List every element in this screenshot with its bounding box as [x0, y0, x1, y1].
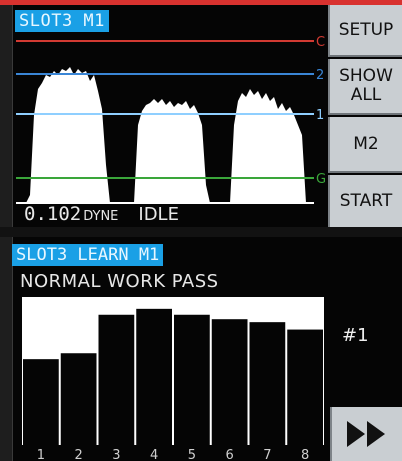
screen-bezel	[0, 5, 13, 227]
monitor-title: SLOT3 M1	[15, 10, 109, 32]
panel-separator	[0, 227, 402, 237]
start-button-label: START	[339, 190, 393, 211]
bar-6	[211, 319, 248, 445]
waveform-plot: C 2 1 G	[16, 5, 326, 227]
readout-value: 0.102	[24, 203, 82, 225]
bar-label-1: 1	[37, 448, 45, 461]
bar-label-3: 3	[112, 448, 120, 461]
limit-label-1: 1	[316, 108, 324, 123]
learn-subtitle: NORMAL WORK PASS	[20, 271, 219, 292]
bar-label-8: 8	[301, 448, 309, 461]
learn-title: SLOT3 LEARN M1	[12, 244, 164, 266]
pass-bar-chart: 1 2 3 4 5 6 7 8	[22, 297, 324, 461]
fast-forward-icon	[347, 421, 385, 447]
limit-label-2: 2	[316, 68, 324, 83]
show-all-button[interactable]: SHOW ALL	[328, 59, 402, 115]
screen-bezel-2	[0, 237, 13, 461]
m2-button[interactable]: M2	[328, 117, 402, 173]
show-all-button-label: SHOW ALL	[339, 67, 393, 105]
bar-label-2: 2	[74, 448, 82, 461]
bar-2	[60, 353, 97, 445]
show-all-line2: ALL	[350, 85, 382, 105]
bar-label-4: 4	[150, 448, 158, 461]
readout-unit: DYNE	[83, 209, 119, 224]
next-button[interactable]	[330, 407, 402, 461]
limit-label-c: C	[316, 35, 325, 50]
start-button[interactable]: START	[328, 175, 402, 227]
setup-button-label: SETUP	[338, 19, 394, 40]
bar-3	[98, 314, 135, 445]
limit-label-g: G	[316, 172, 326, 187]
bar-7	[249, 322, 286, 445]
status-text: IDLE	[138, 204, 179, 225]
bar-label-6: 6	[225, 448, 233, 461]
bar-1	[23, 359, 59, 445]
pass-number: #1	[342, 325, 369, 346]
bar-5	[174, 314, 210, 445]
learn-panel: SLOT3 LEARN M1 NORMAL WORK PASS 1 2 3 4 5 6 7 8…	[0, 237, 402, 461]
bar-label-5: 5	[188, 448, 196, 461]
show-all-line1: SHOW	[339, 66, 393, 86]
bar-label-7: 7	[263, 448, 271, 461]
force-readout: 0.102 DYNE IDLE	[24, 203, 179, 228]
m2-button-label: M2	[353, 133, 379, 154]
bar-8	[287, 329, 323, 445]
monitor-panel: C 2 1 G SLOT3 M1 0.102 DYNE IDLE SETUP SHO…	[0, 5, 402, 227]
setup-button[interactable]: SETUP	[328, 5, 402, 57]
bar-4	[136, 308, 172, 445]
